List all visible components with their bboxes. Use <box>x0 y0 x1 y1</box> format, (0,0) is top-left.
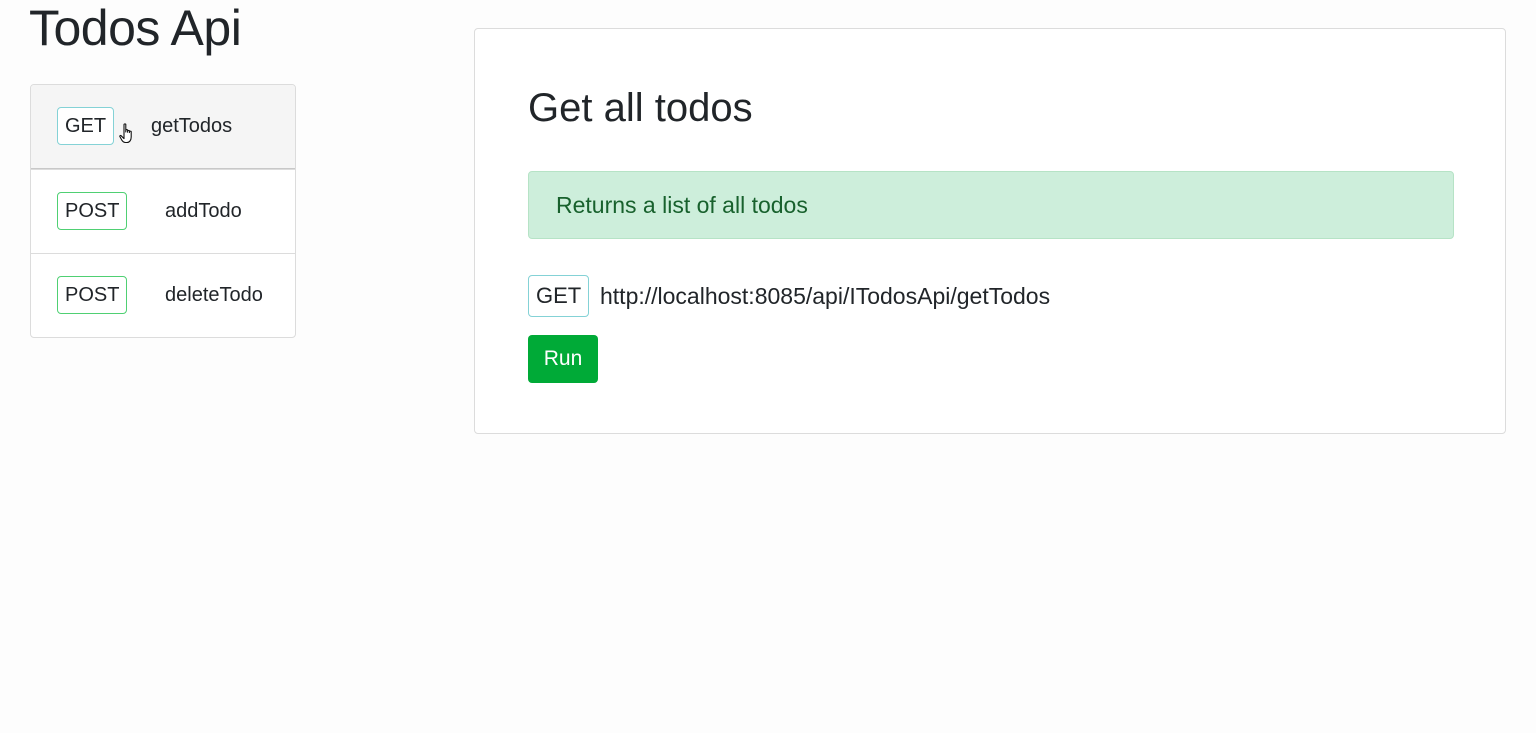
page-title: Todos Api <box>29 0 242 56</box>
endpoint-item-deletetodo[interactable]: POST deleteTodo <box>31 253 295 337</box>
request-url: http://localhost:8085/api/ITodosApi/getT… <box>600 283 1051 309</box>
run-button[interactable]: Run <box>528 335 598 383</box>
endpoint-detail-panel: Get all todos Returns a list of all todo… <box>474 28 1506 434</box>
endpoint-name: getTodos <box>151 115 233 137</box>
endpoint-name: addTodo <box>165 200 242 222</box>
endpoint-item-addtodo[interactable]: POST addTodo <box>31 169 295 253</box>
method-badge: POST <box>57 276 128 314</box>
endpoint-name: deleteTodo <box>165 284 263 306</box>
request-method-badge: GET <box>528 275 590 317</box>
endpoint-item-gettodos[interactable]: GET getTodos <box>31 85 295 169</box>
method-badge: POST <box>57 192 128 230</box>
method-badge: GET <box>57 107 115 145</box>
endpoint-list: GET getTodos POST addTodo POST deleteTod… <box>30 84 296 338</box>
detail-title: Get all todos <box>528 86 753 130</box>
description-alert: Returns a list of all todos <box>528 171 1454 239</box>
hand-pointer-icon <box>119 123 132 144</box>
